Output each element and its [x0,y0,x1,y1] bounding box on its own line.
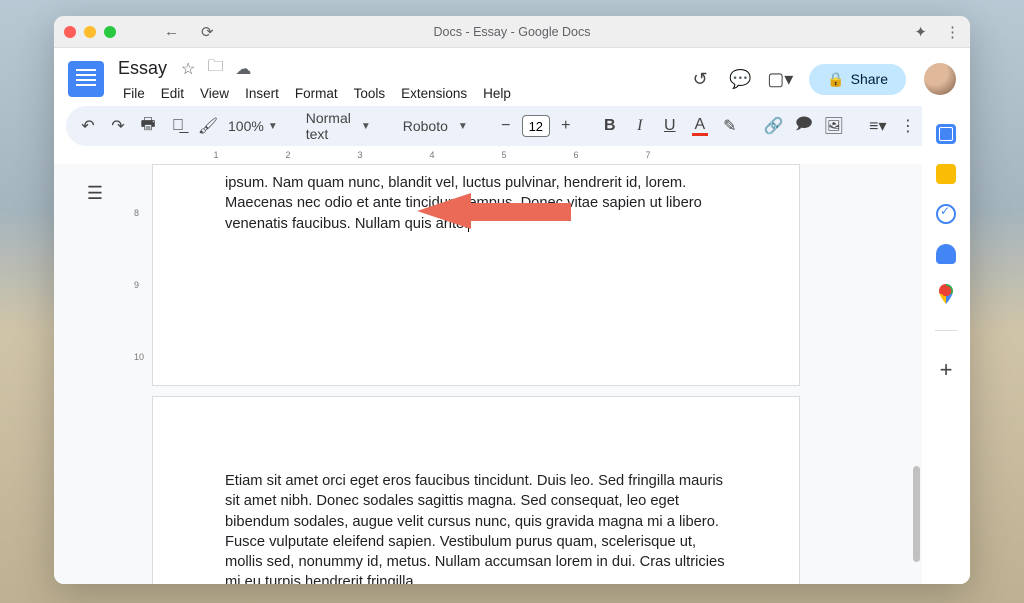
underline-icon[interactable]: U [658,112,682,140]
titlebar: ← ⟳ Docs - Essay - Google Docs ✦ ⋮ [54,16,970,48]
horizontal-ruler[interactable]: 1 2 3 4 5 6 7 [144,148,958,164]
font-size-input[interactable] [522,115,550,137]
align-icon[interactable]: ≡▾ [866,112,890,140]
star-icon[interactable]: ☆ [181,59,195,79]
window-title: Docs - Essay - Google Docs [434,25,591,39]
editor-area: ☰ 8 9 10 ipsum. Nam quam nunc, blandit v… [54,164,970,584]
page[interactable]: ipsum. Nam quam nunc, blandit vel, luctu… [152,164,800,386]
extensions-icon[interactable]: ✦ [914,23,927,41]
toolbar: ↶ ↷ 🖶 Ａ̲ 🖌 100%▼ Normal text▼ Roboto▼ − … [66,106,958,146]
scrollbar-thumb[interactable] [913,466,920,562]
browser-nav: ← ⟳ [164,23,214,41]
fullscreen-window-icon[interactable] [104,26,116,38]
insert-image-icon[interactable]: 🖼 [822,112,846,140]
side-panel: + [922,106,970,584]
page[interactable]: Etiam sit amet orci eget eros faucibus t… [152,396,800,584]
menu-file[interactable]: File [116,84,152,103]
chevron-down-icon: ▼ [361,121,371,132]
font-select[interactable]: Roboto▼ [397,118,474,134]
paint-format-icon[interactable]: 🖌 [196,112,220,140]
menu-view[interactable]: View [193,84,236,103]
close-window-icon[interactable] [64,26,76,38]
overflow-menu-icon[interactable]: ⋮ [945,23,960,41]
menu-tools[interactable]: Tools [347,84,393,103]
undo-icon[interactable]: ↶ [76,112,100,140]
menu-edit[interactable]: Edit [154,84,191,103]
document-pages: ipsum. Nam quam nunc, blandit vel, luctu… [152,164,910,584]
share-button[interactable]: 🔒 Share [809,64,906,95]
docbar: Essay ☆ 🗀 ☁ File Edit View Insert Format… [54,48,970,106]
tasks-icon[interactable] [936,204,956,224]
menubar: File Edit View Insert Format Tools Exten… [116,84,518,103]
redo-icon[interactable]: ↷ [106,112,130,140]
annotation-arrow-icon [417,193,571,229]
window-controls [64,26,116,38]
keep-icon[interactable] [936,164,956,184]
highlight-icon[interactable]: ✎ [718,112,742,140]
calendar-icon[interactable] [936,124,956,144]
maps-icon[interactable] [939,284,953,304]
minimize-window-icon[interactable] [84,26,96,38]
menu-format[interactable]: Format [288,84,345,103]
paragraph-style-select[interactable]: Normal text▼ [300,110,377,142]
insert-link-icon[interactable]: 🔗 [762,112,786,140]
increase-font-icon[interactable]: + [554,112,578,140]
decrease-font-icon[interactable]: − [494,112,518,140]
account-avatar[interactable] [924,63,956,95]
back-icon[interactable]: ← [164,23,179,41]
comments-icon[interactable]: 💬 [729,68,751,90]
zoom-select[interactable]: 100%▼ [226,118,280,134]
italic-icon[interactable]: I [628,112,652,140]
chevron-down-icon: ▼ [268,121,278,132]
print-icon[interactable]: 🖶 [136,112,160,140]
text-color-icon[interactable]: A [688,112,712,140]
lock-icon: 🔒 [827,71,844,88]
meet-icon[interactable]: ▢▾ [769,68,791,90]
spellcheck-icon[interactable]: Ａ̲ [166,112,190,140]
app-window: ← ⟳ Docs - Essay - Google Docs ✦ ⋮ Essay… [54,16,970,584]
cloud-status-icon[interactable]: ☁ [235,59,251,79]
contacts-icon[interactable] [936,244,956,264]
reload-icon[interactable]: ⟳ [201,23,214,41]
share-label: Share [851,71,888,87]
vertical-ruler[interactable]: 8 9 10 [134,164,152,584]
move-folder-icon[interactable]: 🗀 [207,55,223,82]
get-addons-icon[interactable]: + [940,357,953,383]
paragraph-text: Etiam sit amet orci eget eros faucibus t… [225,471,727,584]
bold-icon[interactable]: B [598,112,622,140]
more-tools-icon[interactable]: ⋮ [896,112,920,140]
history-icon[interactable]: ↺ [689,68,711,90]
insert-comment-icon[interactable]: 🗩 [792,112,816,140]
menu-insert[interactable]: Insert [238,84,286,103]
menu-help[interactable]: Help [476,84,518,103]
docs-logo-icon[interactable] [68,61,104,97]
document-title[interactable]: Essay [116,58,169,79]
chevron-down-icon: ▼ [458,121,468,132]
show-outline-icon[interactable]: ☰ [80,178,110,208]
menu-extensions[interactable]: Extensions [394,84,474,103]
